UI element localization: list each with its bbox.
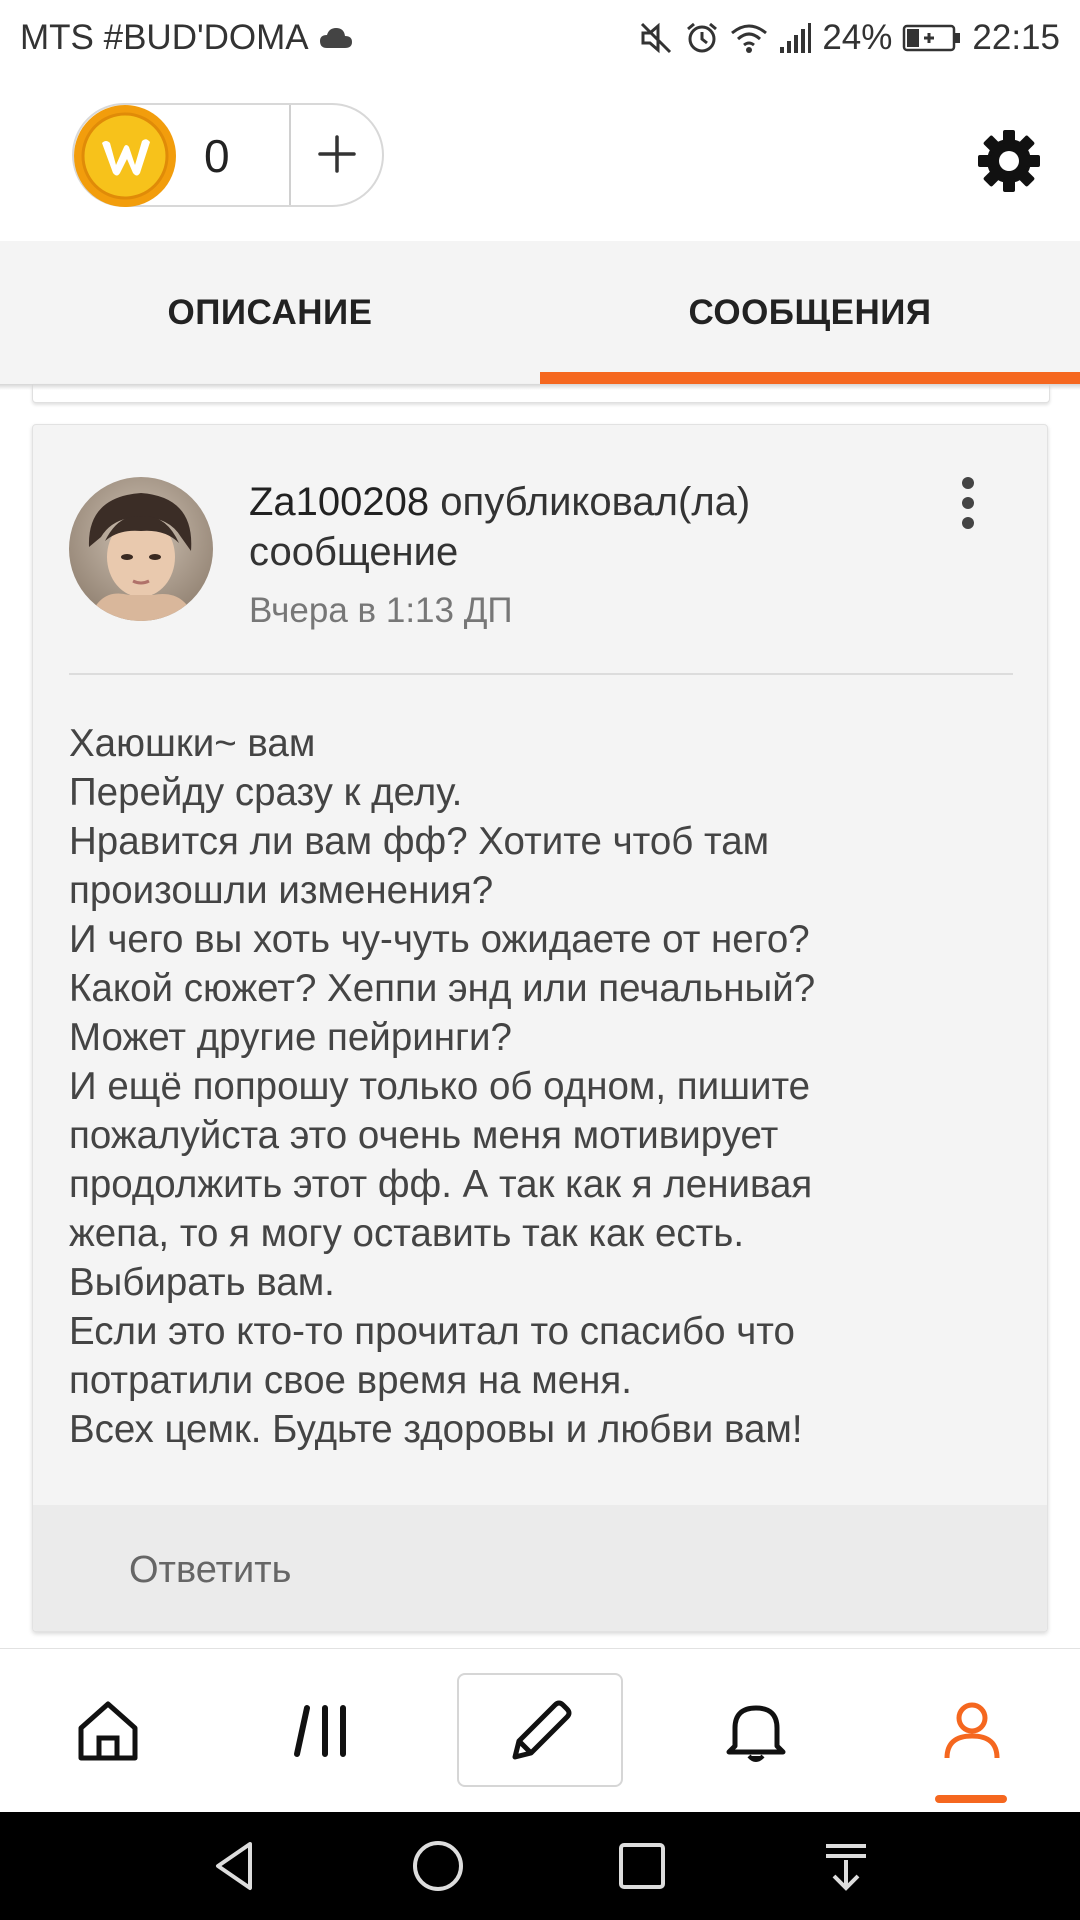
nav-write[interactable] bbox=[457, 1673, 623, 1787]
message-line: И ещё попрошу только об одном, пишите bbox=[69, 1065, 811, 1108]
library-icon bbox=[294, 1705, 346, 1757]
notification-pull-icon[interactable] bbox=[816, 1836, 876, 1896]
message-line: Нравится ли вам фф? Хотите чтоб там bbox=[69, 820, 770, 863]
tabs-shadow bbox=[0, 384, 1080, 390]
nav-profile[interactable] bbox=[864, 1649, 1080, 1813]
message-line: Если это кто-то прочитал то спасибо что bbox=[69, 1310, 795, 1353]
nav-home[interactable] bbox=[0, 1649, 216, 1813]
more-options-icon[interactable] bbox=[953, 473, 983, 533]
message-line: продолжить этот фф. А так как я ленивая bbox=[69, 1163, 813, 1206]
recents-icon[interactable] bbox=[612, 1836, 672, 1896]
message-line: пожалуйста это очень меня мотивирует bbox=[69, 1114, 779, 1157]
message-line: потратили свое время на меня. bbox=[69, 1359, 632, 1402]
wattpad-coin-icon bbox=[74, 105, 176, 207]
signal-icon bbox=[780, 23, 812, 53]
tab-messages[interactable]: СООБЩЕНИЯ bbox=[540, 241, 1080, 384]
top-bar: 0 bbox=[0, 76, 1080, 241]
tab-description[interactable]: ОПИСАНИЕ bbox=[0, 241, 540, 384]
alarm-icon bbox=[687, 22, 718, 53]
system-navigation-bar bbox=[0, 1812, 1080, 1920]
coin-balance-pill[interactable]: 0 bbox=[72, 103, 384, 207]
message-line: Всех цемк. Будьте здоровы и любви вам! bbox=[69, 1408, 803, 1451]
message-line: Какой сюжет? Хеппи энд или печальный? bbox=[69, 967, 816, 1010]
message-line: Может другие пейринги? bbox=[69, 1016, 512, 1059]
message-body: Хаюшки~ вам Перейду сразу к делу. Нравится… bbox=[69, 719, 1013, 1454]
reply-label: Ответить bbox=[129, 1549, 292, 1591]
pencil-icon bbox=[512, 1700, 572, 1760]
home-circle-icon[interactable] bbox=[408, 1836, 468, 1896]
bottom-navigation bbox=[0, 1648, 1080, 1813]
post-header: Za100208 опубликовал(ла) сообщение bbox=[249, 477, 949, 577]
status-right: 24% 22:15 bbox=[638, 18, 1060, 58]
message-card: Za100208 опубликовал(ла) сообщение Вчера… bbox=[32, 424, 1048, 1632]
cloud-icon bbox=[319, 28, 352, 48]
coin-divider bbox=[289, 105, 291, 205]
nav-notifications[interactable] bbox=[648, 1649, 864, 1813]
battery-percent: 24% bbox=[822, 18, 893, 57]
avatar[interactable] bbox=[69, 477, 213, 621]
message-line: жепа, то я могу оставить так как есть. bbox=[69, 1212, 745, 1255]
status-left: MTS #BUD'DOMA bbox=[20, 18, 353, 58]
mute-icon bbox=[641, 22, 672, 54]
reply-button[interactable]: Ответить bbox=[33, 1505, 1047, 1631]
post-timestamp: Вчера в 1:13 ДП bbox=[249, 591, 513, 630]
battery-icon bbox=[903, 24, 961, 52]
header-divider bbox=[69, 673, 1013, 675]
profile-icon bbox=[944, 1702, 1000, 1759]
nav-library[interactable] bbox=[216, 1649, 432, 1813]
message-line: Перейду сразу к делу. bbox=[69, 771, 463, 814]
author-name[interactable]: Za100208 bbox=[249, 480, 429, 524]
wifi-icon bbox=[731, 24, 768, 53]
message-line: Хаюшки~ вам bbox=[69, 722, 316, 765]
message-line: Выбирать вам. bbox=[69, 1261, 335, 1304]
active-tab-indicator bbox=[540, 372, 1080, 384]
message-line: И чего вы хоть чу-чуть ожидаете от него? bbox=[69, 918, 810, 961]
bell-icon bbox=[726, 1705, 786, 1762]
message-line: произошли изменения? bbox=[69, 869, 494, 912]
carrier-label: MTS #BUD'DOMA bbox=[20, 18, 309, 57]
gear-icon[interactable] bbox=[974, 126, 1044, 196]
active-nav-indicator bbox=[935, 1795, 1007, 1803]
coin-count: 0 bbox=[204, 130, 230, 182]
status-bar: MTS #BUD'DOMA 24% 22:15 bbox=[0, 0, 1080, 76]
back-icon[interactable] bbox=[206, 1836, 266, 1896]
tab-bar: ОПИСАНИЕ СООБЩЕНИЯ bbox=[0, 241, 1080, 384]
home-icon bbox=[78, 1701, 138, 1761]
clock: 22:15 bbox=[972, 18, 1060, 57]
plus-icon[interactable] bbox=[302, 119, 372, 189]
